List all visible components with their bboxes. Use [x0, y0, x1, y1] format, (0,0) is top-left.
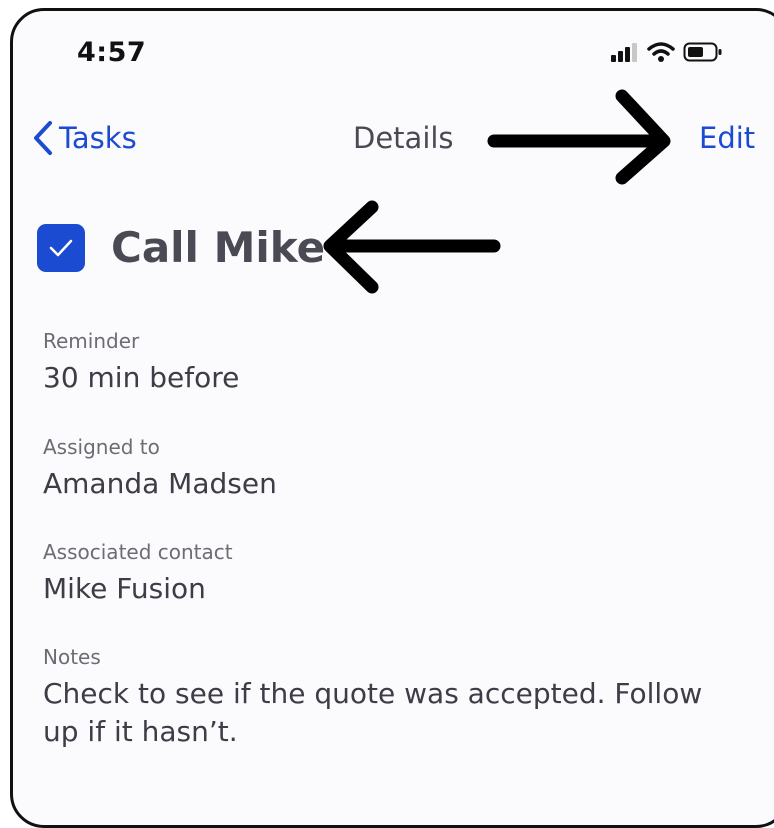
assigned-label: Assigned to: [43, 435, 160, 459]
contact-value: Mike Fusion: [43, 572, 206, 605]
contact-label: Associated contact: [43, 540, 233, 564]
status-bar: 4:57: [13, 11, 774, 91]
phone-screen: 4:57 Tasks Details Edit Call Mike Remind…: [10, 8, 774, 828]
battery-icon: [683, 42, 722, 62]
reminder-field: Reminder 30 min before: [43, 329, 743, 397]
notes-field: Notes Check to see if the quote was acce…: [43, 645, 743, 751]
edit-button[interactable]: Edit: [699, 121, 755, 155]
page-title: Details: [353, 121, 454, 155]
contact-field: Associated contact Mike Fusion: [43, 540, 743, 608]
wifi-icon: [647, 42, 675, 62]
back-button[interactable]: Tasks: [31, 119, 137, 157]
assigned-field: Assigned to Amanda Madsen: [43, 435, 743, 503]
reminder-value: 30 min before: [43, 361, 240, 394]
status-icons: [611, 41, 723, 63]
chevron-left-icon: [34, 121, 52, 155]
notes-value: Check to see if the quote was accepted. …: [43, 677, 703, 748]
task-complete-checkbox[interactable]: [37, 223, 85, 272]
status-time: 4:57: [77, 37, 147, 68]
navigation-bar: Tasks Details Edit: [13, 109, 774, 169]
task-header: Call Mike: [37, 223, 325, 272]
task-title: Call Mike: [111, 223, 326, 272]
back-button-label: Tasks: [59, 121, 137, 155]
notes-label: Notes: [43, 645, 101, 669]
reminder-label: Reminder: [43, 329, 140, 353]
assigned-value: Amanda Madsen: [43, 467, 277, 500]
checkmark-icon: [49, 239, 73, 256]
cellular-signal-icon: [611, 43, 637, 62]
